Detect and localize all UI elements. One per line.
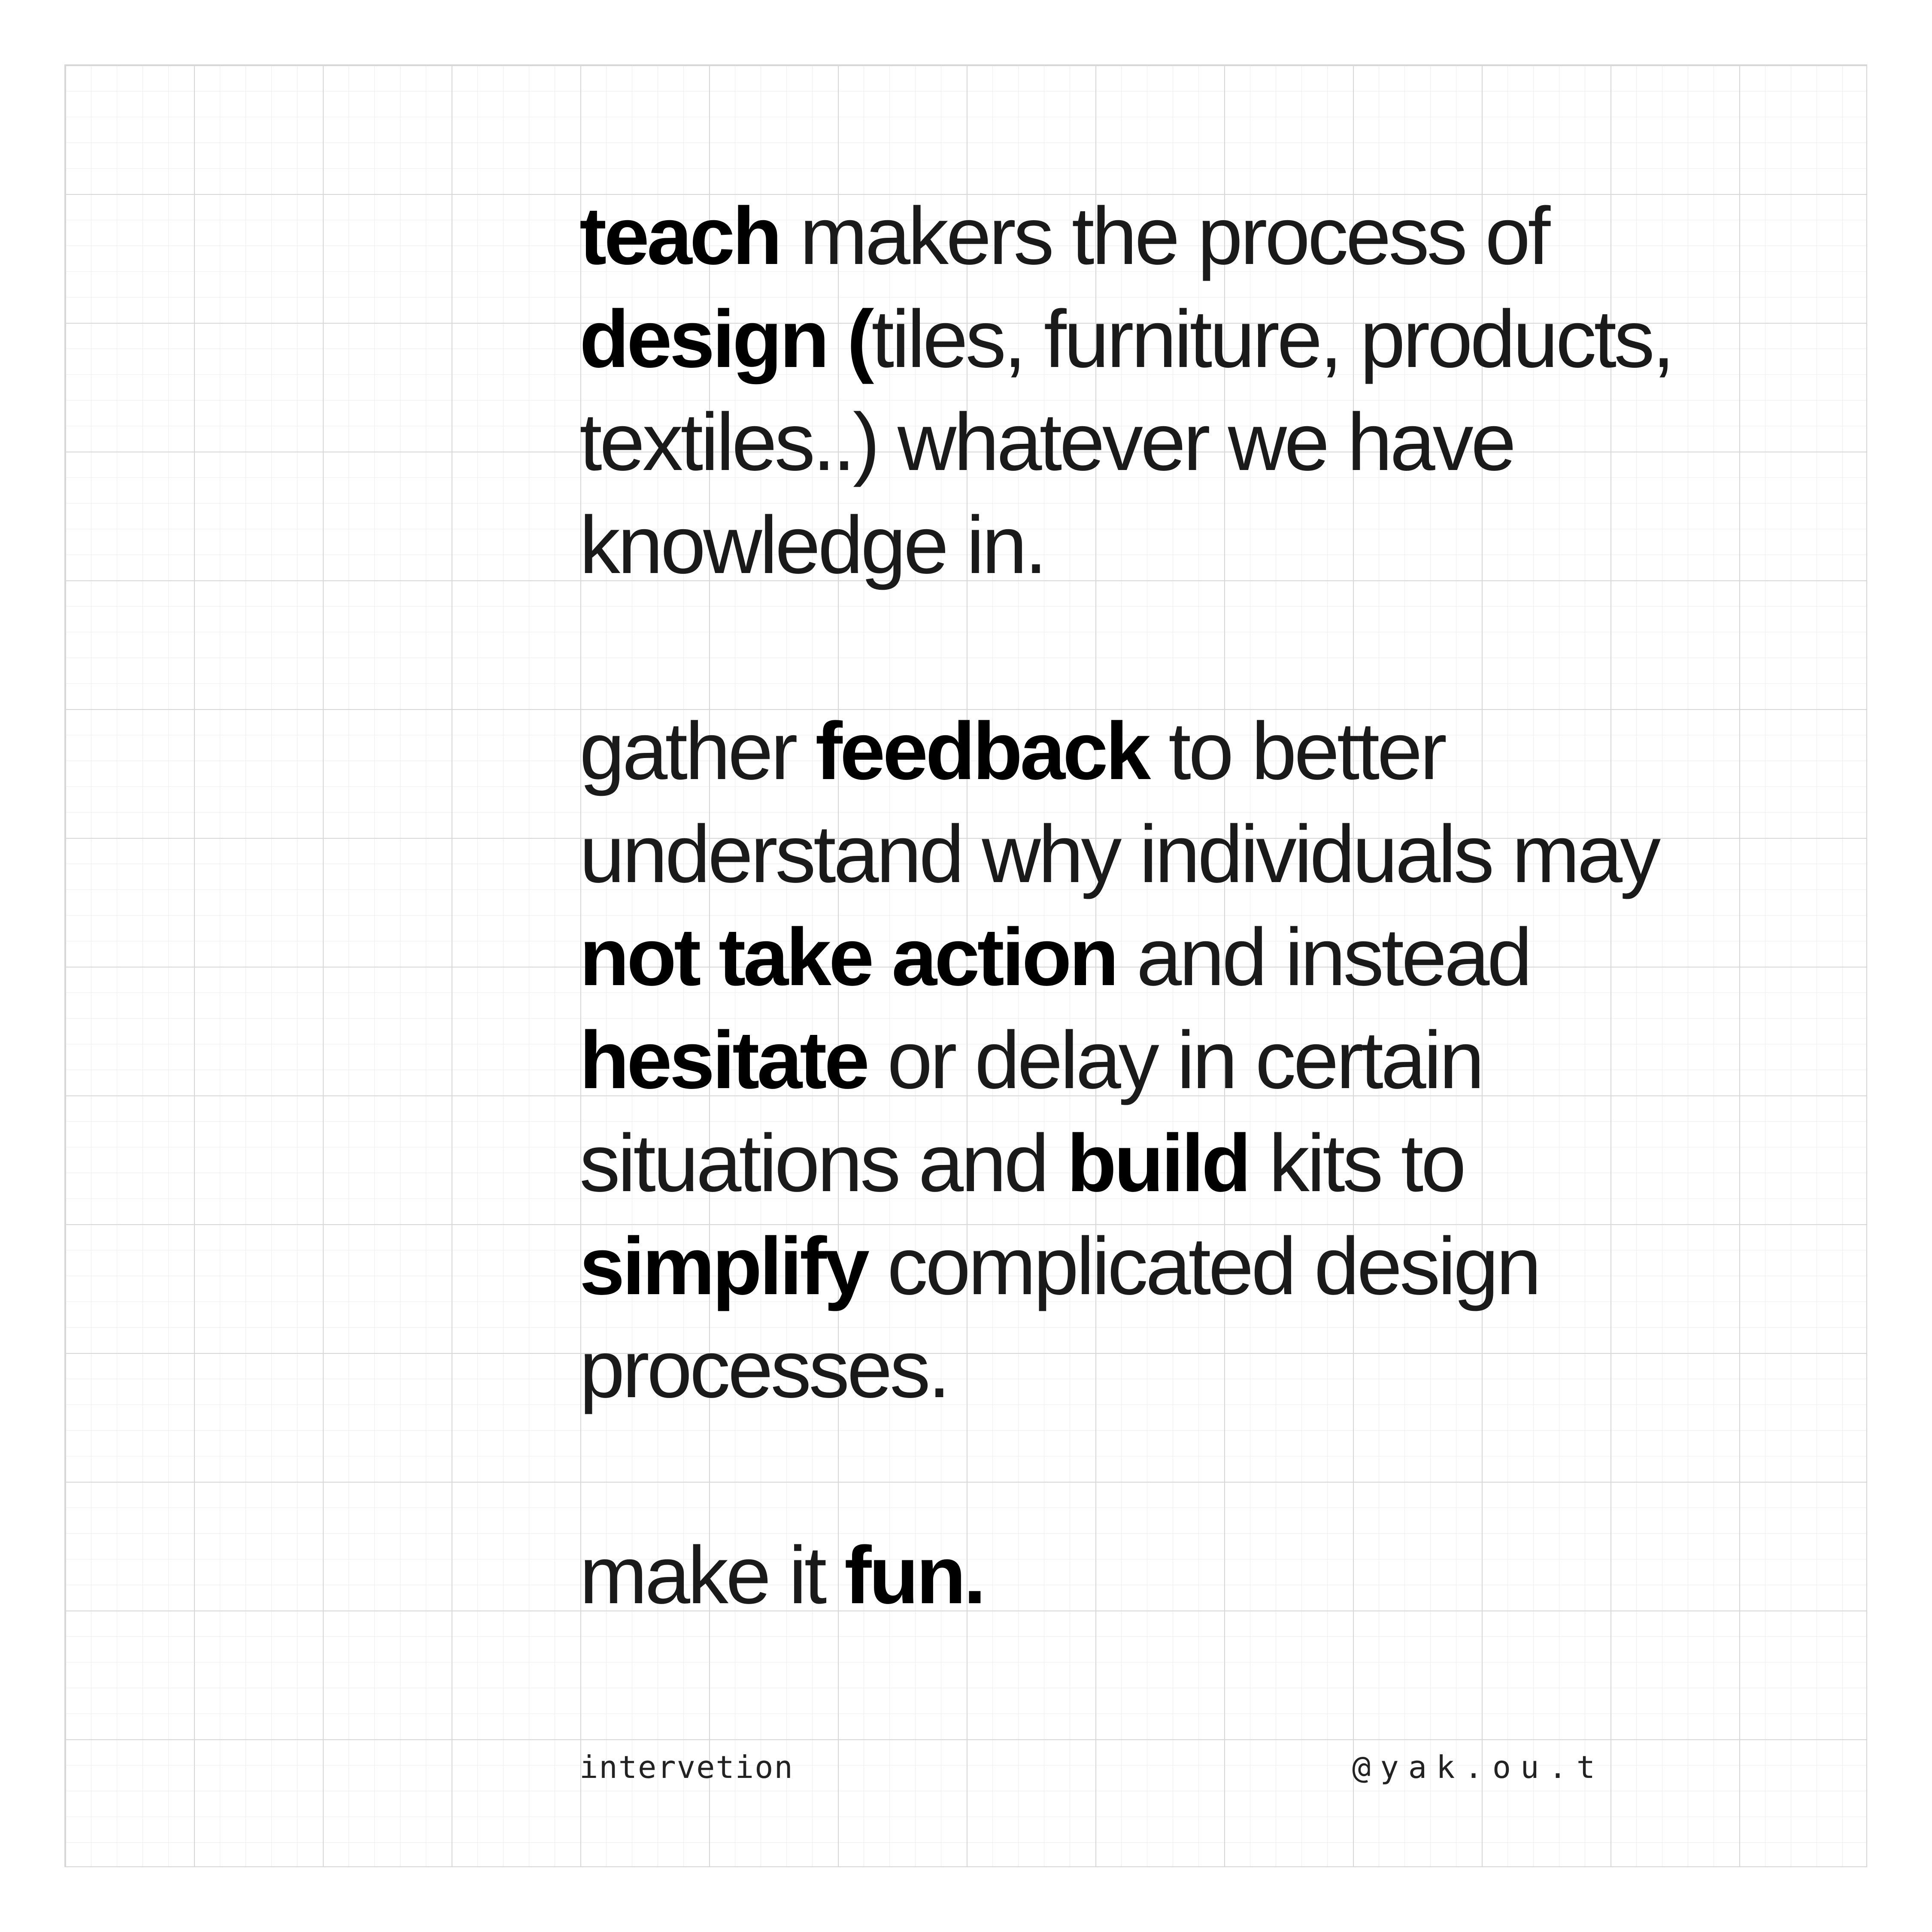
paragraph-feedback: gather feedback to better understand why… xyxy=(579,700,1760,1421)
paragraph-fun: make it fun. xyxy=(579,1524,1760,1627)
bold-design: design ( xyxy=(579,294,874,385)
footer-label: intervetion xyxy=(579,1749,794,1785)
post-canvas: teach makers the process of design (tile… xyxy=(0,0,1932,1932)
main-text-block: teach makers the process of design (tile… xyxy=(579,185,1760,1627)
text-segment: make it xyxy=(579,1530,845,1621)
text-segment: makers the process of xyxy=(779,191,1550,282)
bold-not-take-action: not take action xyxy=(579,912,1119,1003)
paragraph-teach: teach makers the process of design (tile… xyxy=(579,185,1760,597)
text-segment: and instead xyxy=(1116,912,1532,1003)
text-segment: gather xyxy=(579,706,816,797)
bold-fun: fun. xyxy=(844,1530,986,1621)
bold-build: build xyxy=(1067,1118,1251,1209)
bold-hesitate: hesitate xyxy=(579,1015,870,1106)
bold-feedback: feedback xyxy=(815,706,1151,797)
text-segment: kits to xyxy=(1249,1118,1466,1209)
bold-simplify: simplify xyxy=(579,1221,870,1312)
bold-teach: teach xyxy=(579,191,782,282)
footer-handle: @yak.ou.t xyxy=(1352,1749,1605,1785)
